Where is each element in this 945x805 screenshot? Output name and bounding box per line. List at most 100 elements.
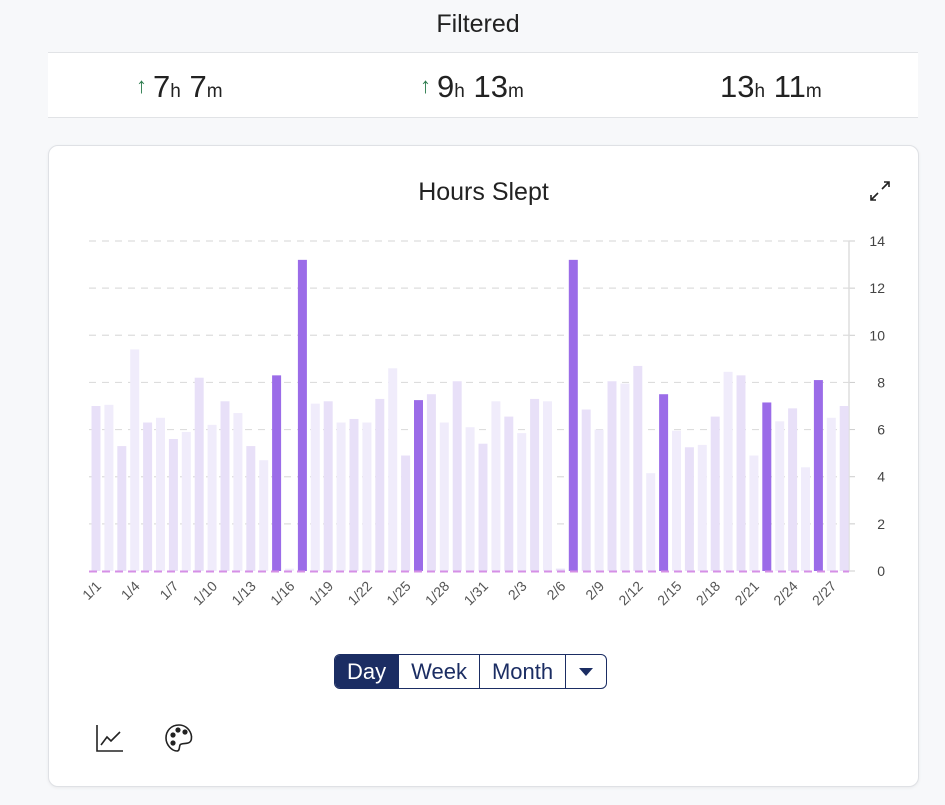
bar-2/27: [826, 417, 836, 571]
stat-average: ↑ 7h 7m: [136, 69, 223, 105]
bar-1/25: [401, 455, 411, 571]
hours-value: 9: [437, 69, 455, 104]
x-tick-label: 1/7: [156, 578, 181, 603]
bar-1/3: [117, 446, 127, 571]
minutes-unit: m: [206, 81, 223, 102]
x-tick-label: 2/12: [615, 578, 646, 609]
bar-1/31: [478, 443, 488, 571]
x-tick-label: 1/22: [344, 578, 375, 609]
x-tick-label: 1/19: [306, 578, 337, 609]
bar-1/13: [246, 446, 256, 571]
stat-max: 13h 11m: [720, 69, 822, 105]
stats-row: ↑ 7h 7m ↑ 9h 13m 13h 11m: [48, 52, 918, 118]
bar-1/17: [297, 259, 307, 571]
bar-2/2: [504, 416, 514, 571]
bar-1/26: [414, 400, 423, 571]
arrow-up-icon: ↑: [136, 73, 147, 98]
bar-1/7: [168, 439, 178, 571]
palette-icon[interactable]: [163, 722, 195, 754]
minutes-value: 7: [189, 69, 207, 104]
bar-2/1: [491, 401, 501, 571]
bar-2/15: [672, 430, 681, 571]
bar-2/8: [581, 409, 591, 571]
minutes-value: 13: [473, 69, 508, 104]
bar-1/27: [426, 394, 436, 571]
bar-2/4: [530, 398, 540, 571]
bar-1/5: [143, 422, 153, 571]
hours-unit: h: [454, 81, 465, 102]
y-tick-label: 14: [869, 233, 885, 249]
bar-2/5: [543, 401, 552, 571]
bar-2/28: [839, 406, 849, 571]
bar-1/30: [465, 427, 475, 571]
y-tick-label: 12: [869, 280, 885, 296]
minutes-unit: m: [805, 81, 822, 102]
period-week-button[interactable]: Week: [398, 655, 479, 688]
x-tick-label: 2/6: [543, 578, 568, 603]
bar-1/23: [375, 398, 385, 571]
bar-1/4: [130, 349, 140, 571]
line-chart-icon[interactable]: [94, 722, 126, 754]
bar-2/12: [633, 365, 643, 571]
hours-unit: h: [754, 81, 766, 102]
x-tick-label: 2/15: [654, 578, 685, 609]
bar-2/10: [607, 381, 617, 571]
minutes-value: 11: [773, 69, 806, 104]
y-tick-label: 4: [877, 469, 885, 485]
y-tick-label: 8: [877, 374, 885, 390]
bar-2/9: [594, 429, 604, 571]
bar-2/19: [723, 371, 733, 571]
x-tick-label: 2/18: [693, 578, 724, 609]
bar-1/12: [233, 413, 243, 571]
bar-2/16: [684, 447, 694, 571]
x-tick-label: 2/24: [770, 578, 801, 609]
bar-1/6: [156, 417, 165, 571]
bar-1/2: [104, 404, 114, 571]
x-tick-label: 2/21: [731, 578, 762, 609]
bar-1/10: [207, 424, 217, 571]
bar-2/23: [775, 421, 785, 571]
section-title: Filtered: [436, 10, 520, 38]
x-tick-label: 1/31: [461, 578, 492, 609]
bar-2/7: [568, 259, 578, 571]
period-dropdown-button[interactable]: [565, 655, 606, 688]
x-tick-label: 2/3: [505, 578, 530, 603]
bar-1/24: [388, 368, 398, 571]
stat-recent: ↑ 9h 13m: [420, 69, 524, 105]
y-tick-label: 0: [877, 563, 885, 579]
x-tick-label: 1/28: [422, 578, 453, 609]
y-tick-label: 10: [869, 327, 885, 343]
bar-2/18: [710, 416, 720, 571]
bar-2/26: [813, 380, 823, 571]
x-tick-label: 1/10: [190, 578, 221, 609]
bar-2/11: [620, 383, 630, 571]
bar-1/1: [91, 406, 101, 571]
period-month-button[interactable]: Month: [478, 655, 565, 688]
x-tick-label: 1/1: [79, 578, 104, 603]
bar-1/19: [323, 401, 333, 571]
x-tick-label: 1/25: [383, 578, 414, 609]
bar-2/21: [749, 455, 759, 571]
bar-1/18: [310, 403, 320, 571]
bar-2/14: [659, 394, 669, 571]
bar-2/3: [517, 433, 527, 571]
bar-1/9: [194, 377, 204, 571]
bar-1/28: [439, 422, 449, 571]
x-tick-label: 1/4: [118, 578, 143, 603]
minutes-unit: m: [507, 81, 524, 102]
bar-1/20: [336, 422, 346, 571]
caret-down-icon: [579, 667, 594, 676]
bar-1/14: [259, 460, 269, 571]
arrow-up-icon: ↑: [420, 73, 431, 98]
hours-value: 13: [720, 69, 755, 104]
x-tick-label: 2/27: [809, 578, 840, 609]
bar-1/11: [220, 401, 230, 571]
x-tick-label: 1/16: [267, 578, 298, 609]
period-day-button[interactable]: Day: [335, 655, 399, 688]
bar-2/20: [736, 375, 746, 571]
bar-2/13: [646, 473, 656, 571]
bar-1/29: [452, 381, 462, 571]
bar-1/22: [362, 422, 372, 571]
x-tick-label: 1/13: [228, 578, 259, 609]
period-selector: Day Week Month: [334, 654, 608, 689]
